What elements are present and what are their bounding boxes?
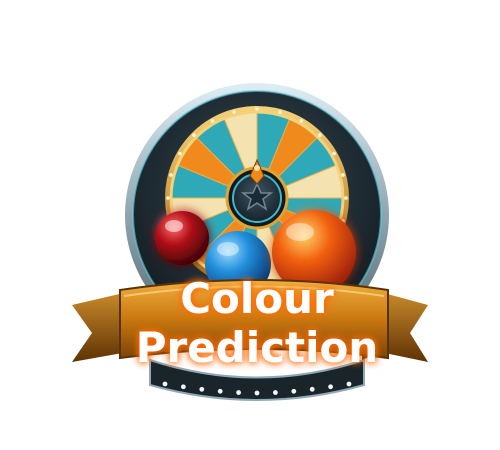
- game-logo: Colour Prediction: [0, 0, 500, 450]
- marquee-light: [162, 381, 168, 387]
- wheel-stud: [278, 110, 282, 114]
- marquee-light: [346, 381, 352, 387]
- marquee-light: [254, 390, 260, 396]
- marquee-light: [328, 384, 333, 390]
- wheel-stud: [299, 119, 304, 123]
- marquee-light: [181, 384, 186, 390]
- marquee-light: [273, 390, 278, 395]
- title-line-1: Colour: [180, 274, 334, 323]
- wheel-stud: [341, 173, 345, 177]
- wheel-stud: [169, 173, 173, 177]
- marquee-light: [236, 390, 242, 395]
- wheel-stud: [318, 133, 322, 137]
- wheel-stud: [232, 110, 236, 114]
- wheel-stud: [166, 196, 170, 200]
- wheel-stud: [332, 151, 336, 156]
- wheel-stud: [344, 196, 348, 200]
- marquee-light: [217, 388, 223, 394]
- red-ball: [155, 211, 209, 265]
- wheel-stud: [255, 107, 259, 111]
- wheel-stud: [192, 133, 196, 137]
- marquee-light: [309, 386, 315, 392]
- wheel-stud: [210, 119, 215, 123]
- marquee-light: [291, 388, 297, 394]
- title-line-2: Prediction: [136, 323, 379, 372]
- colour-prediction-logo: Colour Prediction: [72, 83, 428, 401]
- wheel-stud: [178, 151, 182, 156]
- marquee-light: [199, 386, 205, 392]
